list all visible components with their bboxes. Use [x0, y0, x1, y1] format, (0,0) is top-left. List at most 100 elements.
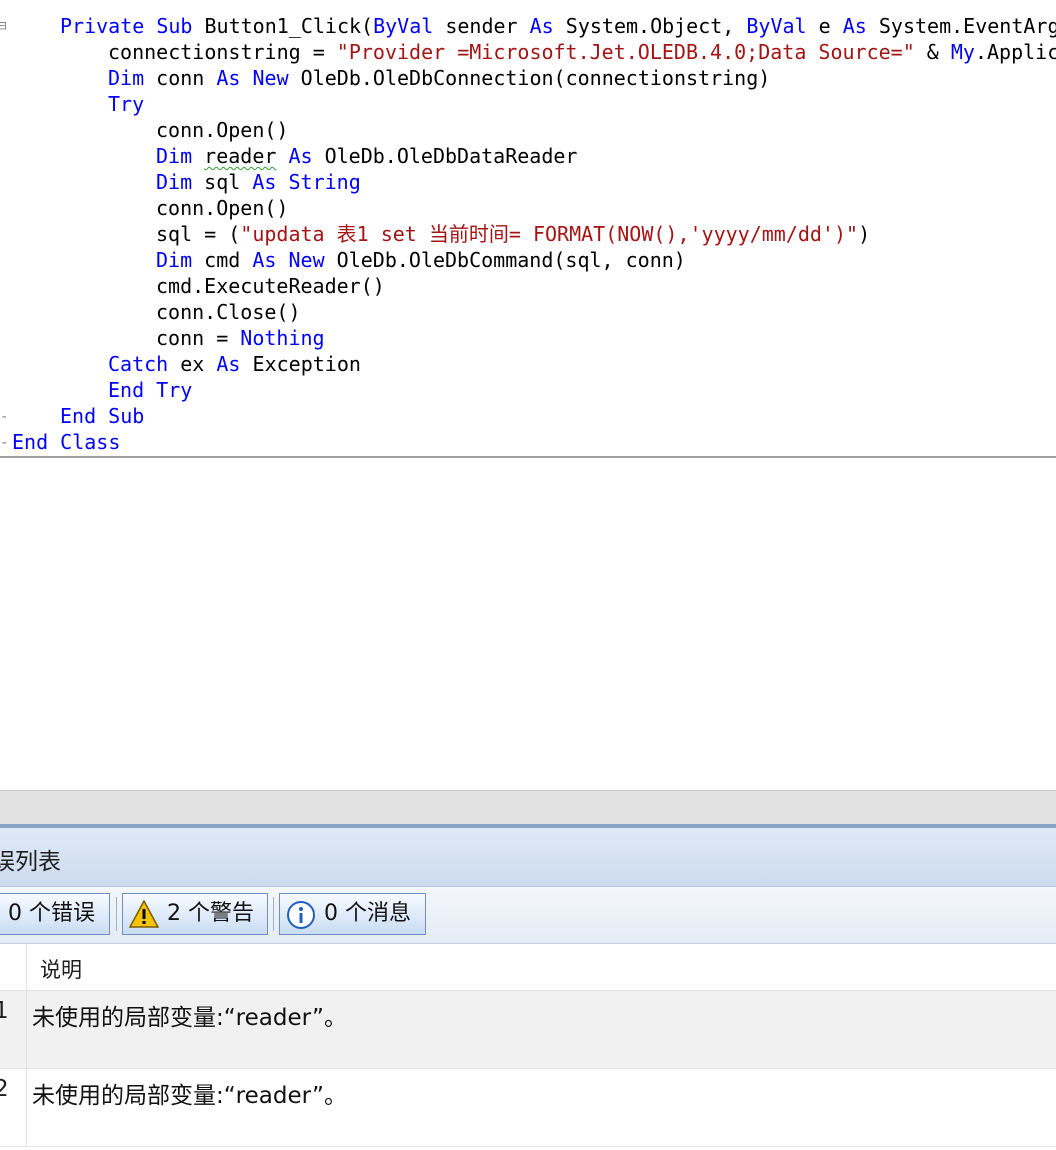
- code-text: sql: [192, 170, 253, 194]
- code-line[interactable]: Dim sql As String: [156, 169, 361, 195]
- code-line[interactable]: conn.Close(): [156, 299, 301, 325]
- code-keyword: Dim: [108, 66, 145, 90]
- code-line[interactable]: cmd.ExecuteReader(): [156, 273, 385, 299]
- code-keyword: Try: [156, 378, 193, 402]
- code-line[interactable]: Private Sub Button1_Click(ByVal sender A…: [60, 13, 1056, 39]
- column-divider[interactable]: [26, 944, 27, 990]
- code-keyword: Class: [60, 430, 121, 454]
- warnings-filter-button[interactable]: 2 个警告: [122, 893, 268, 935]
- code-text: System.EventArg: [866, 14, 1056, 38]
- code-text: OleDb.OleDbConnection(connectionstring): [288, 66, 771, 90]
- code-line[interactable]: End Try: [108, 377, 192, 403]
- error-list-row[interactable]: 2 未使用的局部变量:“reader”。: [0, 1069, 1056, 1147]
- code-text: ex: [168, 352, 217, 376]
- code-keyword: ByVal: [373, 14, 434, 38]
- code-keyword: As: [216, 352, 241, 376]
- code-text: conn: [144, 66, 217, 90]
- code-line[interactable]: sql = ("updata 表1 set 当前时间= FORMAT(NOW()…: [156, 221, 870, 247]
- code-keyword: End: [108, 378, 145, 402]
- code-text: System.Object,: [553, 14, 747, 38]
- code-keyword: As: [529, 14, 554, 38]
- panel-title: 误列表: [0, 849, 61, 875]
- code-keyword: Nothing: [240, 326, 325, 350]
- code-keyword: As: [252, 248, 277, 272]
- code-text: OleDb.OleDbCommand(sql, conn): [324, 248, 686, 272]
- code-keyword: New: [288, 248, 325, 272]
- row-description: 未使用的局部变量:“reader”。: [32, 1005, 347, 1031]
- code-line[interactable]: conn = Nothing: [156, 325, 325, 351]
- code-text: conn.Close(): [156, 300, 301, 324]
- error-list-row[interactable]: 1 未使用的局部变量:“reader”。: [0, 991, 1056, 1069]
- code-text: conn.Open(): [156, 196, 289, 220]
- code-line[interactable]: Try: [108, 91, 144, 117]
- code-keyword: String: [288, 170, 361, 194]
- errors-filter-button[interactable]: 0 个错误: [0, 893, 110, 935]
- code-line[interactable]: Dim cmd As New OleDb.OleDbCommand(sql, c…: [156, 247, 686, 273]
- code-text: Exception: [240, 352, 361, 376]
- warnings-filter-label: 2 个警告: [167, 901, 254, 926]
- class-end-separator: [0, 456, 1056, 458]
- code-text: &: [914, 40, 951, 64]
- error-list-header: 说明: [0, 944, 1056, 991]
- code-line[interactable]: Catch ex As Exception: [108, 351, 361, 377]
- code-keyword: Sub: [108, 404, 145, 428]
- toolbar-separator: [273, 897, 274, 931]
- code-line[interactable]: conn.Open(): [156, 195, 288, 221]
- code-text: ): [858, 222, 871, 246]
- code-text: connectionstring =: [108, 40, 337, 64]
- code-line[interactable]: Dim conn As New OleDb.OleDbConnection(co…: [108, 65, 770, 91]
- code-text: e: [806, 14, 843, 38]
- code-text: cmd: [192, 248, 253, 272]
- code-keyword: Private: [60, 14, 145, 38]
- code-text: sql = (: [156, 222, 241, 246]
- code-line[interactable]: Dim reader As OleDb.OleDbDataReader: [156, 143, 577, 169]
- panel-title-bar[interactable]: 误列表: [0, 828, 1056, 887]
- row-description: 未使用的局部变量:“reader”。: [32, 1083, 347, 1109]
- column-divider: [26, 991, 27, 1068]
- row-number: 1: [0, 998, 9, 1024]
- column-divider: [26, 1069, 27, 1146]
- code-line[interactable]: conn.Open(): [156, 117, 288, 143]
- code-keyword: Dim: [156, 170, 193, 194]
- code-string: "updata 表1 set 当前时间= FORMAT(NOW(),'yyyy/…: [240, 222, 859, 246]
- code-keyword: End: [12, 430, 49, 454]
- code-text: OleDb.OleDbDataReader: [312, 144, 578, 168]
- messages-filter-button[interactable]: 0 个消息: [279, 893, 426, 935]
- code-text: conn =: [156, 326, 241, 350]
- code-line[interactable]: End Sub: [60, 403, 144, 429]
- errors-filter-label: 0 个错误: [8, 901, 95, 926]
- toolbar-separator: [116, 897, 117, 931]
- code-keyword: Sub: [156, 14, 193, 38]
- code-text: sender: [433, 14, 530, 38]
- code-editor[interactable]: ⊟ - - Private Sub Button1_Click(ByVal se…: [0, 0, 1056, 790]
- code-keyword: As: [842, 14, 867, 38]
- code-line[interactable]: connectionstring = "Provider =Microsoft.…: [108, 39, 1056, 65]
- info-icon: [287, 901, 315, 929]
- warning-icon: [129, 900, 159, 928]
- code-text: .Applic: [974, 40, 1056, 64]
- outline-line-end-class: -: [0, 435, 9, 451]
- editor-panel-splitter[interactable]: [0, 790, 1056, 827]
- code-keyword: New: [252, 66, 289, 90]
- code-line[interactable]: End Class: [12, 429, 120, 455]
- code-keyword: As: [288, 144, 313, 168]
- error-filter-toolbar: 0 个错误 2 个警告 0 个消息: [0, 887, 1056, 944]
- error-list-panel: 误列表 0 个错误 2 个警告 0 个消息 说明 1 未使用的局部变量:“rea…: [0, 828, 1056, 1150]
- column-header-description[interactable]: 说明: [40, 954, 82, 984]
- code-keyword: Dim: [156, 144, 193, 168]
- code-keyword: End: [60, 404, 97, 428]
- code-keyword: Dim: [156, 248, 193, 272]
- collapse-marker-icon[interactable]: ⊟: [0, 18, 6, 34]
- code-keyword: As: [216, 66, 241, 90]
- code-keyword: ByVal: [746, 14, 807, 38]
- code-warning-token: reader: [204, 144, 277, 168]
- code-keyword: My: [950, 40, 975, 64]
